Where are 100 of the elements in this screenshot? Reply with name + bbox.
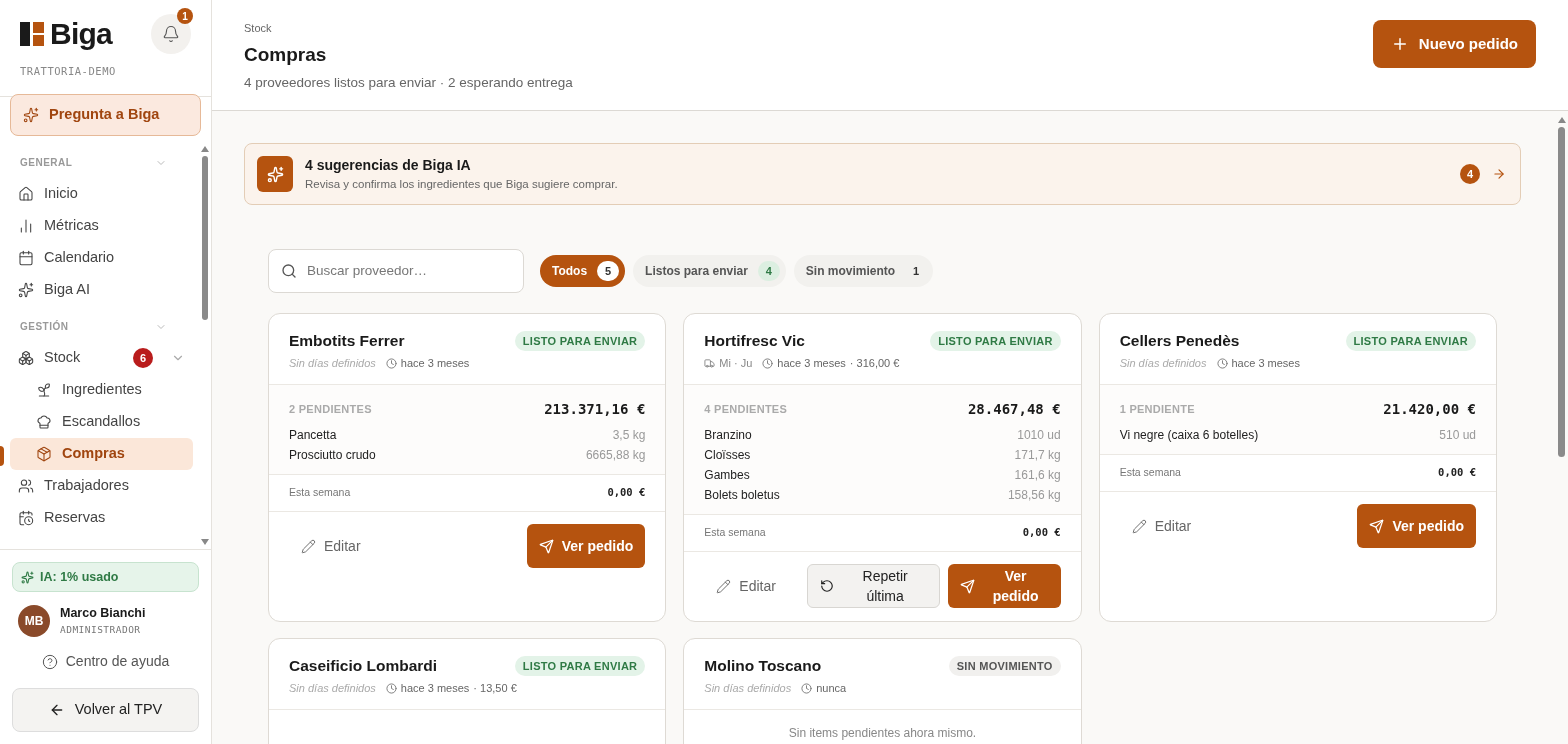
item-quantity: 171,7 kg: [1014, 447, 1061, 464]
suggestions-banner[interactable]: 4 sugerencias de Biga IA Revisa y confirma los ingredientes que Biga sugiere comprar. 4: [244, 143, 1521, 205]
clock-icon: [385, 357, 397, 369]
send-icon: [538, 538, 554, 554]
view-order-button[interactable]: Ver pedido: [526, 524, 646, 568]
item-name: Cloïsses: [704, 447, 751, 464]
package-icon: [36, 445, 52, 462]
users-icon: [18, 477, 34, 494]
ask-ai-button[interactable]: Pregunta a Biga: [10, 93, 201, 136]
last-order-time: hace 3 meses: [400, 355, 470, 371]
new-order-button[interactable]: Nuevo pedido: [1372, 20, 1536, 68]
item-name: Pancetta: [289, 427, 337, 444]
sprout-icon: [36, 381, 52, 398]
clock-icon: [385, 682, 397, 694]
nav-item[interactable]: Métricas: [10, 209, 193, 242]
status-badge: LISTO PARA ENVIAR: [930, 330, 1061, 352]
status-badge: SIN MOVIMIENTO: [948, 655, 1061, 677]
item-name: Prosciutto crudo: [289, 447, 376, 464]
home-icon: [18, 185, 34, 202]
nav-item[interactable]: Ingredientes: [10, 373, 193, 406]
filter-chip[interactable]: Sin movimiento 1: [793, 255, 934, 287]
delivery-days: Sin días definidos: [289, 679, 376, 697]
item-name: Branzino: [704, 427, 752, 444]
repeat-button[interactable]: Repetir última: [806, 564, 940, 608]
nav-item[interactable]: Inicio: [10, 177, 193, 210]
item-quantity: 6665,88 kg: [585, 447, 646, 464]
count-badge: 4: [1460, 164, 1480, 184]
filter-chip[interactable]: Todos 5: [540, 255, 626, 287]
page-subtitle: 4 proveedores listos para enviar · 2 esperando entrega: [244, 74, 573, 92]
item-name: Gambes: [704, 467, 750, 484]
notifications-button[interactable]: [151, 14, 191, 54]
count-label: 1: [912, 263, 921, 279]
status-badge: LISTO PARA ENVIAR: [514, 330, 646, 352]
sparkles-icon: [257, 156, 293, 192]
nav-item[interactable]: Trabajadores: [10, 469, 193, 502]
count-badge: 4: [757, 261, 780, 281]
nav-item[interactable]: Stock 6: [10, 341, 193, 374]
edit-button[interactable]: Editar: [289, 524, 373, 568]
page-title: Compras: [244, 42, 328, 67]
sparkles-icon: [23, 106, 39, 123]
last-order-time: hace 3 meses: [400, 680, 470, 696]
banner-title: 4 sugerencias de Biga IA: [305, 155, 472, 175]
sparkles-icon: [21, 570, 34, 584]
section-title: GENERAL: [20, 156, 73, 171]
last-order-time: hace 3 meses: [1231, 355, 1300, 371]
week-label: Esta semana: [1119, 465, 1181, 481]
pending-total: 21.420,00 €: [1383, 399, 1476, 419]
bar-chart-icon: [18, 217, 34, 234]
clock-icon: [762, 357, 774, 369]
nav-item[interactable]: Reservas: [10, 501, 193, 534]
truck-icon: [704, 357, 716, 369]
user-role: ADMINISTRADOR: [60, 622, 142, 637]
item-quantity: 158,56 kg: [1007, 487, 1061, 504]
edit-button[interactable]: Editar: [1119, 504, 1204, 548]
edit-button[interactable]: Editar: [704, 564, 788, 608]
boxes-icon: [18, 349, 34, 366]
search-input[interactable]: Buscar proveedor…: [307, 260, 511, 282]
pending-total: 213.371,16 €: [544, 399, 646, 419]
nav-item[interactable]: Compras: [10, 437, 193, 470]
last-order-time: hace 3 meses: [777, 355, 846, 371]
item-quantity: 3,5 kg: [612, 427, 646, 444]
pencil-icon: [716, 578, 732, 594]
item-name: Vi negre (caixa 6 botelles): [1119, 427, 1259, 444]
delivery-days: Sin días definidos: [289, 354, 376, 372]
tenant-name: TRATTORIA-DEMO: [20, 64, 117, 79]
delivery-days: Mi · Ju: [719, 354, 753, 372]
week-label: Esta semana: [289, 485, 351, 501]
user-name: Marco Bianchi: [60, 605, 146, 622]
banner-text: Revisa y confirma los ingredientes que Biga sugiere comprar.: [305, 176, 619, 192]
view-order-button[interactable]: Ver pedido: [1357, 504, 1476, 548]
section-title: GESTIÓN: [20, 319, 69, 335]
supplier-name: Cellers Penedès: [1119, 331, 1240, 351]
nav-item[interactable]: Calendario: [10, 241, 193, 274]
nav-item[interactable]: Escandallos: [10, 405, 193, 438]
item-quantity: 1010 ud: [1017, 427, 1061, 444]
active-indicator: [0, 445, 4, 466]
week-total: 0,00 €: [1022, 525, 1061, 541]
logo-icon: [20, 22, 44, 46]
status-badge: LISTO PARA ENVIAR: [514, 655, 646, 677]
supplier-name: Hortifresc Vic: [704, 331, 805, 351]
back-button[interactable]: Volver al TPV: [12, 688, 199, 732]
calendar-clock-icon: [18, 509, 34, 526]
filter-chip[interactable]: Listos para enviar 4: [633, 255, 786, 287]
help-link[interactable]: Centro de ayuda: [41, 651, 170, 672]
avatar: MB: [18, 604, 50, 637]
help-icon: [41, 653, 58, 670]
search-field[interactable]: Buscar proveedor…: [268, 249, 524, 293]
pending-total: 28.467,48 €: [967, 399, 1061, 419]
supplier-name: Caseificio Lombardi: [289, 656, 438, 676]
nav-item[interactable]: Biga AI: [10, 273, 193, 306]
pending-count: 4 PENDIENTES: [704, 401, 788, 417]
status-badge: LISTO PARA ENVIAR: [1345, 330, 1476, 352]
send-icon: [959, 578, 975, 594]
week-label: Esta semana: [704, 525, 766, 541]
pencil-icon: [1131, 518, 1147, 534]
clock-icon: [1216, 357, 1228, 369]
view-order-button[interactable]: Ver pedido: [947, 564, 1061, 608]
week-total: 0,00 €: [607, 485, 646, 501]
delivery-days: Sin días definidos: [704, 679, 792, 697]
item-quantity: 510 ud: [1439, 427, 1476, 444]
